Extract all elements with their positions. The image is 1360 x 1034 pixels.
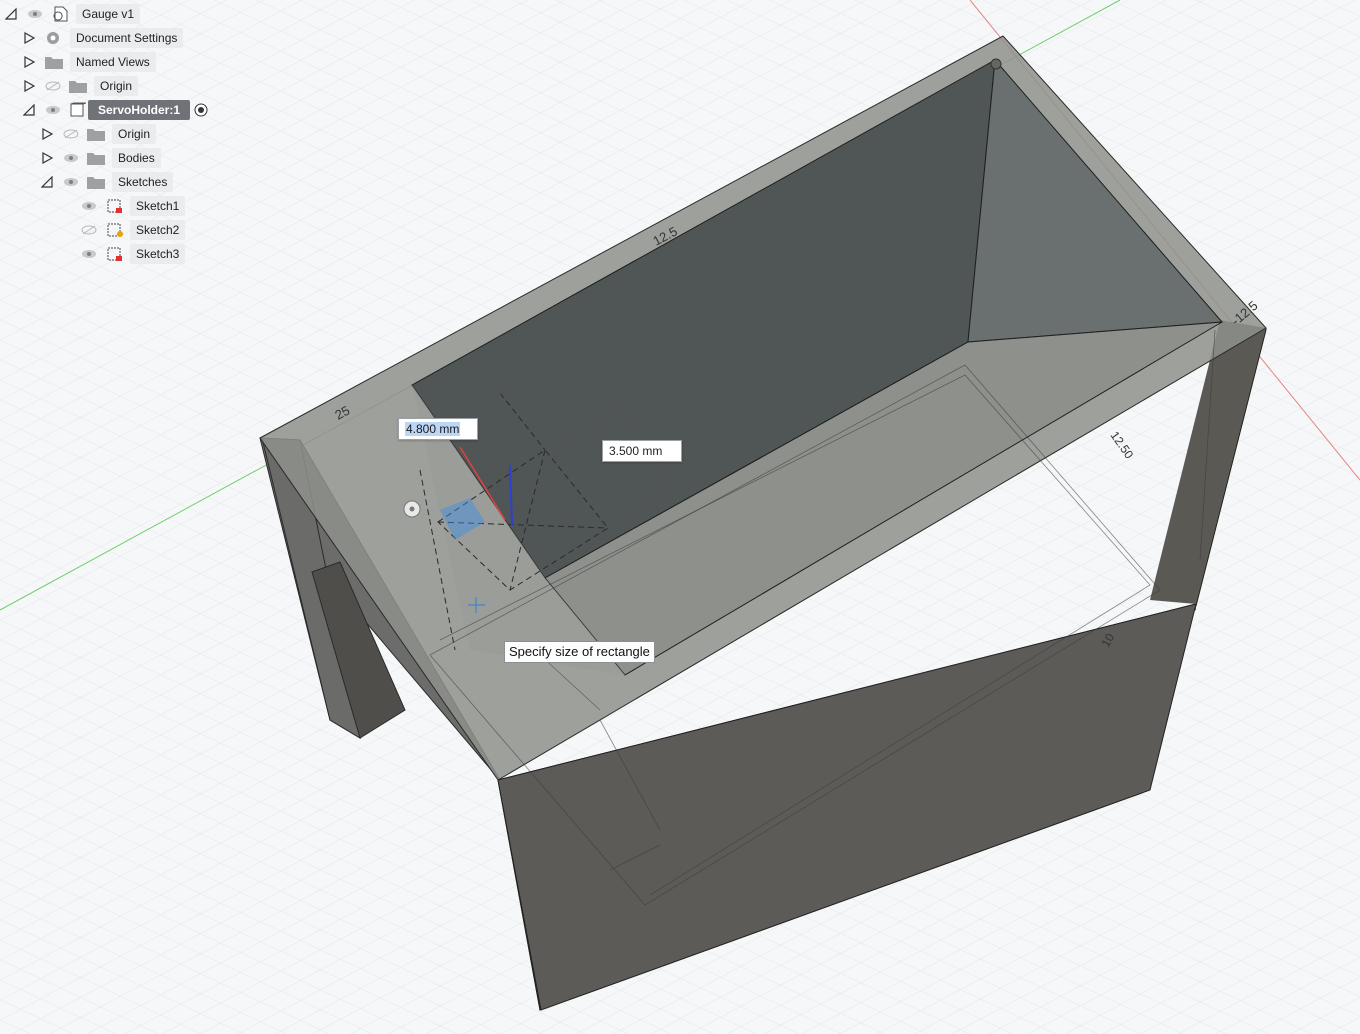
width-dimension-input[interactable]: 4.800 mm: [398, 418, 478, 440]
browser-panel: Gauge v1 Document Settings Named Views O…: [0, 0, 230, 270]
pivot-handle-dot: [409, 506, 415, 512]
eye-icon[interactable]: [44, 103, 62, 117]
eye-hidden-icon[interactable]: [80, 223, 98, 237]
tree-item-label: Origin: [94, 76, 139, 96]
height-dimension-value: 3.500 mm: [609, 444, 663, 458]
collapse-triangle-icon[interactable]: [4, 7, 18, 21]
expand-triangle-icon[interactable]: [40, 127, 54, 141]
expand-triangle-icon[interactable]: [22, 79, 36, 93]
eye-icon[interactable]: [80, 199, 98, 213]
activate-radio-icon[interactable]: [192, 103, 210, 117]
command-tooltip: Specify size of rectangle: [504, 641, 655, 663]
tree-root-label: Gauge v1: [76, 4, 141, 24]
eye-icon[interactable]: [62, 151, 80, 165]
folder-icon: [86, 174, 106, 190]
tree-item-label: Bodies: [112, 148, 161, 168]
tree-item-label: Origin: [112, 124, 157, 144]
top-origin-marker: [990, 58, 1002, 70]
folder-icon: [44, 54, 64, 70]
component-icon: [68, 102, 88, 118]
tree-item-label-active: ServoHolder:1: [88, 100, 190, 120]
eye-icon[interactable]: [62, 175, 80, 189]
tree-item-label: Document Settings: [70, 28, 184, 48]
sketch-icon: [106, 198, 126, 214]
sketch-icon: [106, 246, 126, 262]
eye-hidden-icon[interactable]: [44, 79, 62, 93]
tree-item-origin-child[interactable]: Origin: [0, 124, 170, 144]
expand-triangle-icon[interactable]: [22, 31, 36, 45]
eye-hidden-icon[interactable]: [62, 127, 80, 141]
tree-item-label: Sketch1: [130, 196, 186, 216]
tree-item-sketch1[interactable]: Sketch1: [0, 196, 190, 216]
expand-triangle-icon[interactable]: [22, 55, 36, 69]
tree-item-named-views[interactable]: Named Views: [0, 52, 170, 72]
folder-icon: [86, 126, 106, 142]
folder-icon: [86, 150, 106, 166]
tree-item-sketch3[interactable]: Sketch3: [0, 244, 190, 264]
sketch-icon: [106, 222, 126, 238]
tree-root[interactable]: Gauge v1: [0, 4, 150, 24]
document-icon: [52, 6, 72, 22]
tree-item-document-settings[interactable]: Document Settings: [0, 28, 190, 48]
gear-icon: [44, 30, 64, 46]
tree-item-label: Sketch2: [130, 220, 186, 240]
width-dimension-value: 4.800 mm: [405, 422, 461, 436]
tree-item-bodies[interactable]: Bodies: [0, 148, 170, 168]
tree-item-label: Sketch3: [130, 244, 186, 264]
tree-item-origin[interactable]: Origin: [0, 76, 150, 96]
tree-item-servoholder[interactable]: ServoHolder:1: [0, 100, 220, 120]
eye-icon[interactable]: [80, 247, 98, 261]
tree-item-sketches[interactable]: Sketches: [0, 172, 180, 192]
height-dimension-input[interactable]: 3.500 mm: [602, 440, 682, 462]
tooltip-text: Specify size of rectangle: [509, 644, 650, 659]
tree-item-label: Named Views: [70, 52, 156, 72]
tree-item-sketch2[interactable]: Sketch2: [0, 220, 190, 240]
eye-icon[interactable]: [26, 7, 44, 21]
folder-icon: [68, 78, 88, 94]
collapse-triangle-icon[interactable]: [40, 175, 54, 189]
tree-item-label: Sketches: [112, 172, 174, 192]
collapse-triangle-icon[interactable]: [22, 103, 36, 117]
expand-triangle-icon[interactable]: [40, 151, 54, 165]
